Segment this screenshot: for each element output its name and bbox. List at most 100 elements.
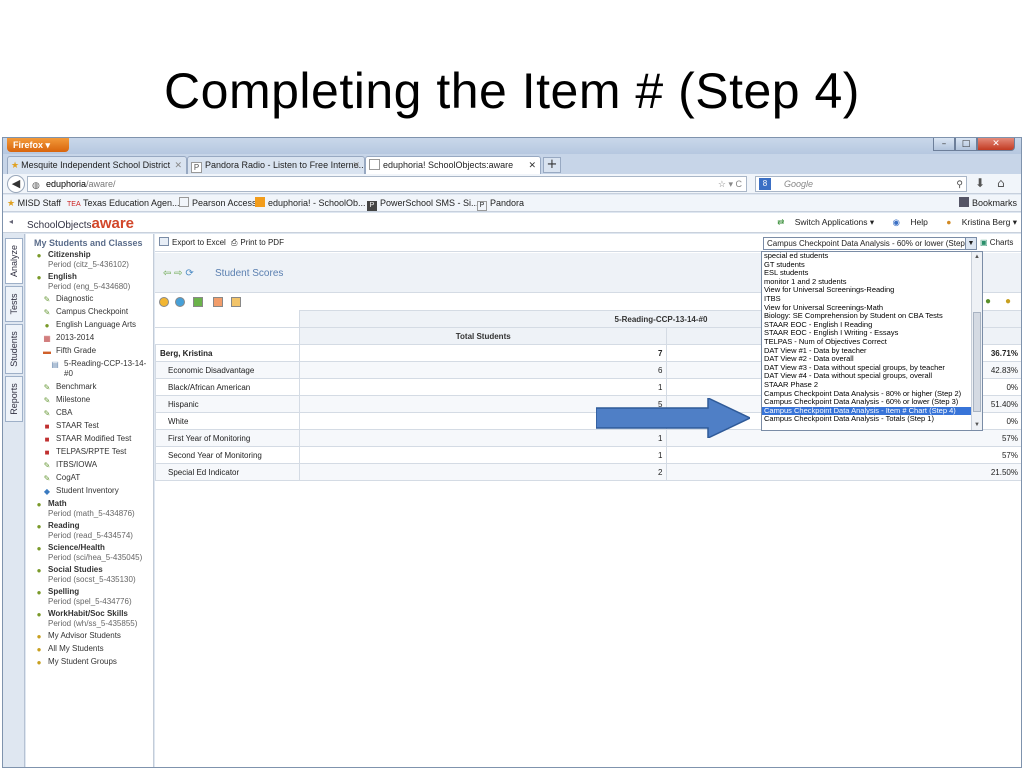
close-icon[interactable]: ✕ xyxy=(977,138,1015,151)
minimize-icon[interactable]: – xyxy=(933,138,955,151)
table-row[interactable]: Second Year of Monitoring 1 57% xyxy=(155,446,1021,464)
sidebar-item[interactable]: ◆ Student Inventory xyxy=(26,486,153,496)
search-icon[interactable]: ⚲ xyxy=(956,177,963,191)
dropdown-scrollbar[interactable]: ▲ ▼ xyxy=(971,252,982,430)
view-dropdown-list[interactable]: special ed students GT students ESL studen… xyxy=(761,251,983,431)
dropdown-option[interactable]: TELPAS - Num of Objectives Correct xyxy=(762,338,972,347)
sidebar-item[interactable]: ▤ 5-Reading-CCP-13-14-#0 xyxy=(26,359,153,379)
switch-applications-link[interactable]: ⇄ Switch Applications ▾ xyxy=(769,217,874,227)
chevron-down-icon[interactable]: ▼ xyxy=(965,238,976,249)
dropdown-option[interactable]: STAAR Phase 2 xyxy=(762,381,972,390)
sidebar-item[interactable]: ● English Period (eng_5-434680) xyxy=(26,272,153,292)
bookmark-pearson[interactable]: Pearson Access xyxy=(179,195,257,211)
sidebar-item[interactable]: ● Citizenship Period (citz_5-436102) xyxy=(26,250,153,270)
bookmark-pandora[interactable]: P Pandora xyxy=(477,195,524,211)
sidebar-item[interactable]: ✎ ITBS/IOWA xyxy=(26,460,153,470)
bookmarks-menu[interactable]: Bookmarks xyxy=(958,195,1017,211)
bookmark-eduphoria[interactable]: eduphoria! - SchoolOb... xyxy=(255,195,366,211)
dropdown-option[interactable]: View for Universal Screenings-Reading xyxy=(762,286,972,295)
sidebar-item[interactable]: ✎ Diagnostic xyxy=(26,294,153,304)
charts-button[interactable]: ▣ Charts xyxy=(980,234,1013,252)
dropdown-option[interactable]: special ed students xyxy=(762,252,972,261)
sidebar-item[interactable]: ● My Student Groups xyxy=(26,657,153,667)
dropdown-option[interactable]: Campus Checkpoint Data Analysis - Totals… xyxy=(762,415,972,424)
tab-close-icon[interactable]: ✕ xyxy=(528,157,536,173)
dropdown-option[interactable]: GT students xyxy=(762,261,972,270)
sidebar-item[interactable]: ● WorkHabit/Soc Skills Period (wh/ss_5-435… xyxy=(26,609,153,629)
tab-eduphoria[interactable]: eduphoria! SchoolObjects:aware ✕ xyxy=(365,156,541,175)
group-icon[interactable]: ● xyxy=(985,296,991,307)
sidebar-item[interactable]: ● Social Studies Period (socst_5-435130) xyxy=(26,565,153,585)
collapse-icon[interactable]: ◂ xyxy=(9,217,13,226)
sidebar-item[interactable]: ▦ 2013-2014 xyxy=(26,333,153,343)
maximize-icon[interactable]: □ xyxy=(955,138,977,151)
grid-icon[interactable] xyxy=(231,297,241,307)
dropdown-option[interactable]: Campus Checkpoint Data Analysis - Item #… xyxy=(762,406,972,416)
table-row[interactable]: First Year of Monitoring 1 57% xyxy=(155,429,1021,447)
back-button[interactable]: ◀ xyxy=(7,175,25,193)
tab-close-icon[interactable]: ✕ xyxy=(352,157,360,173)
tab-students[interactable]: Students xyxy=(5,324,23,374)
table-row[interactable]: Special Ed Indicator 2 21.50% xyxy=(155,463,1021,481)
home-icon[interactable]: ⌂ xyxy=(997,176,1005,190)
sidebar-item[interactable]: ✎ CogAT xyxy=(26,473,153,483)
user-menu[interactable]: ● Kristina Berg ▾ xyxy=(938,217,1017,227)
bookmark-tea[interactable]: TEA Texas Education Agen... xyxy=(67,195,180,213)
chart-icon[interactable] xyxy=(193,297,203,307)
tab-analyze[interactable]: Analyze xyxy=(5,238,23,284)
url-bar[interactable]: ◍ eduphoria/aware/ ☆ ▾ C xyxy=(27,176,747,192)
dropdown-option[interactable]: ESL students xyxy=(762,269,972,278)
sidebar-item[interactable]: ✎ Milestone xyxy=(26,395,153,405)
bookmark-misd[interactable]: ★ MISD Staff xyxy=(7,195,61,211)
export-excel-button[interactable]: Export to Excel xyxy=(159,234,226,252)
refresh-icon[interactable]: ⟳ xyxy=(185,268,193,279)
tab-mesquite[interactable]: ★ Mesquite Independent School District ✕ xyxy=(7,156,187,174)
sidebar-item[interactable]: ● My Advisor Students xyxy=(26,631,153,641)
filter-icon[interactable] xyxy=(175,297,185,307)
sidebar-item[interactable]: ● Spelling Period (spel_5-434776) xyxy=(26,587,153,607)
sidebar-item[interactable]: ■ TELPAS/RPTE Test xyxy=(26,447,153,457)
sidebar-item[interactable]: ● Reading Period (read_5-434574) xyxy=(26,521,153,541)
scrollbar-thumb[interactable] xyxy=(973,312,981,412)
dropdown-option[interactable]: STAAR EOC - English I Reading xyxy=(762,321,972,330)
sidebar-item[interactable]: ■ STAAR Modified Test xyxy=(26,434,153,444)
tab-pandora[interactable]: P Pandora Radio - Listen to Free Interne.… xyxy=(187,156,365,174)
tab-tests[interactable]: Tests xyxy=(5,286,23,322)
print-pdf-button[interactable]: ⎙ Print to PDF xyxy=(231,234,284,252)
sidebar-item[interactable]: ● Math Period (math_5-434876) xyxy=(26,499,153,519)
dropdown-option[interactable]: Campus Checkpoint Data Analysis - 80% or… xyxy=(762,390,972,399)
dropdown-option[interactable]: STAAR EOC - English I Writing - Essays xyxy=(762,329,972,338)
dropdown-option[interactable]: DAT View #4 - Data without special group… xyxy=(762,372,972,381)
dropdown-option[interactable]: DAT View #3 - Data without special group… xyxy=(762,364,972,373)
bookmark-powerschool[interactable]: P PowerSchool SMS - Si... xyxy=(367,195,479,211)
user-icon[interactable]: ● xyxy=(1005,296,1011,307)
search-input[interactable]: 8 Google ⚲ xyxy=(755,176,967,192)
nav-arrows[interactable]: ⇦ ⇨ ⟳ xyxy=(163,268,194,279)
dropdown-option[interactable]: DAT View #1 - Data by teacher xyxy=(762,347,972,356)
dropdown-option[interactable]: DAT View #2 - Data overall xyxy=(762,355,972,364)
color-icon[interactable] xyxy=(159,297,169,307)
sidebar-item[interactable]: ● Science/Health Period (sci/hea_5-435045) xyxy=(26,543,153,563)
dropdown-option[interactable]: ITBS xyxy=(762,295,972,304)
help-link[interactable]: ◉ Help xyxy=(885,217,928,227)
scroll-up-icon[interactable]: ▲ xyxy=(972,252,982,262)
dropdown-option[interactable]: Campus Checkpoint Data Analysis - 60% or… xyxy=(762,398,972,407)
columns-icon[interactable] xyxy=(213,297,223,307)
sidebar-item[interactable]: ● All My Students xyxy=(26,644,153,654)
tab-close-icon[interactable]: ✕ xyxy=(174,157,182,173)
dropdown-option[interactable]: View for Universal Screenings-Math xyxy=(762,304,972,313)
view-select[interactable]: Campus Checkpoint Data Analysis - 60% or… xyxy=(763,237,977,250)
firefox-menu-button[interactable]: Firefox ▾ xyxy=(7,138,69,152)
download-icon[interactable]: ⬇ xyxy=(975,176,985,190)
dropdown-option[interactable]: Biology: SE Comprehension by Student on … xyxy=(762,312,972,321)
search-engine-icon[interactable]: 8 xyxy=(759,178,771,190)
dropdown-option[interactable]: monitor 1 and 2 students xyxy=(762,278,972,287)
sidebar-item[interactable]: ● English Language Arts xyxy=(26,320,153,330)
sidebar-item[interactable]: ✎ CBA xyxy=(26,408,153,418)
sidebar-item[interactable]: ✎ Benchmark xyxy=(26,382,153,392)
new-tab-button[interactable]: + xyxy=(543,157,561,173)
tab-reports[interactable]: Reports xyxy=(5,376,23,422)
sidebar-item[interactable]: ■ STAAR Test xyxy=(26,421,153,431)
sidebar-item[interactable]: ✎ Campus Checkpoint xyxy=(26,307,153,317)
scroll-down-icon[interactable]: ▼ xyxy=(972,420,982,430)
